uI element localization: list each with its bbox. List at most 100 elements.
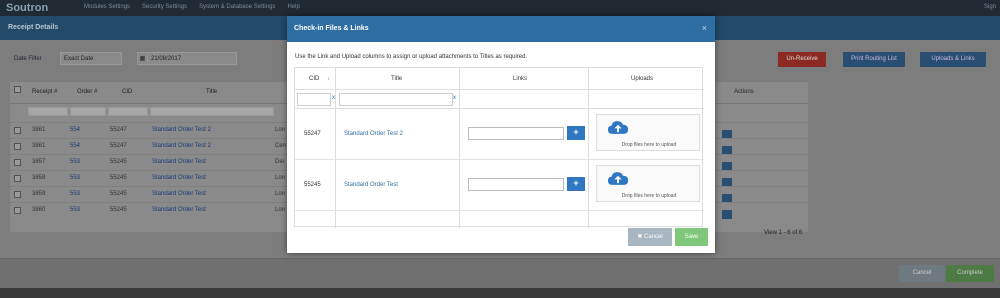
row-title[interactable]: Standard Order Test [152, 175, 206, 181]
row-checkbox[interactable] [14, 191, 21, 198]
row-cid: 55247 [110, 127, 127, 133]
link-input[interactable] [468, 178, 564, 191]
pager-text: View 1 - 6 of 6 [764, 230, 803, 236]
add-link-button[interactable]: + [567, 177, 585, 191]
date-filter-select[interactable]: Exact Date [60, 52, 122, 65]
calendar-icon: ▦ [138, 55, 148, 62]
row-cid: 55245 [110, 207, 127, 213]
modal-description: Use the Link and Upload columns to assig… [295, 54, 528, 60]
brand-logo: Soutron [6, 2, 49, 14]
col-uploads-header: Uploads [631, 76, 654, 82]
row-cid: 55245 [110, 191, 127, 197]
col-cid[interactable]: CID [122, 89, 132, 95]
row-cid: 55245 [110, 175, 127, 181]
filter-title[interactable] [150, 107, 274, 116]
row-extra: Lon [275, 127, 286, 133]
row-title-link[interactable]: Standard Order Test 2 [344, 131, 403, 137]
row-title[interactable]: Standard Order Test 2 [152, 127, 211, 133]
upload-dropzone[interactable]: Drop files here to upload [596, 114, 700, 151]
row-receipt: 3857 [32, 159, 46, 165]
row-receipt: 3861 [32, 143, 46, 149]
nav-modules-settings[interactable]: Modules Settings [84, 4, 130, 10]
dropzone-text: Drop files here to upload [621, 193, 677, 199]
row-extra: Lon [275, 207, 286, 213]
col-cid-header[interactable]: CID [309, 76, 319, 82]
row-title-link[interactable]: Standard Order Test [344, 182, 398, 188]
row-checkbox[interactable] [14, 207, 21, 214]
row-receipt: 3859 [32, 191, 46, 197]
link-input[interactable] [468, 127, 564, 140]
col-order[interactable]: Order # [77, 89, 97, 95]
upload-dropzone[interactable]: Drop files here to upload [596, 165, 700, 202]
row-checkbox[interactable] [14, 127, 21, 134]
col-title[interactable]: Title [206, 89, 217, 95]
filter-cid[interactable] [108, 107, 148, 116]
top-navbar: Soutron Modules Settings Security Settin… [0, 0, 1000, 16]
sort-arrow-icon[interactable]: ↓ [327, 76, 330, 82]
row-title[interactable]: Standard Order Test 2 [152, 143, 211, 149]
row-checkbox[interactable] [14, 143, 21, 150]
row-title[interactable]: Standard Order Test [152, 207, 206, 213]
uploads-links-button[interactable]: Uploads & Links [920, 52, 986, 67]
row-cid: 55247 [110, 143, 127, 149]
filter-order[interactable] [70, 107, 106, 116]
row-order[interactable]: 554 [70, 127, 80, 133]
clear-cid-filter-icon[interactable]: x [332, 95, 335, 101]
date-input[interactable]: ▦ 21/08/2017 [137, 52, 237, 65]
col-links-header: Links [513, 76, 528, 82]
row-extra: Dei [275, 159, 285, 165]
close-icon[interactable]: × [702, 23, 707, 33]
nav-security-settings[interactable]: Security Settings [142, 4, 187, 10]
page-title: Receipt Details [8, 24, 59, 31]
receipt-cancel-button[interactable]: Cancel [899, 265, 945, 282]
select-all-checkbox[interactable] [14, 86, 21, 93]
title-filter-input[interactable] [339, 93, 453, 106]
actions-header: Actions [734, 89, 754, 95]
row-extra: Lon [275, 191, 286, 197]
date-value: 21/08/2017 [151, 55, 182, 62]
print-routing-list-button[interactable]: Print Routing List [843, 52, 905, 67]
row-title[interactable]: Standard Order Test [152, 191, 206, 197]
grid-row: 55245 Standard Order Test + Drop files h… [295, 160, 704, 211]
cloud-upload-icon [607, 121, 629, 134]
row-title[interactable]: Standard Order Test [152, 159, 206, 165]
add-link-button[interactable]: + [567, 126, 585, 140]
row-extra: Cen [275, 143, 287, 149]
modal-save-button[interactable]: Save [675, 228, 708, 246]
grid-filter-row: x x [295, 90, 704, 109]
row-cid: 55247 [304, 131, 321, 137]
unreceive-button[interactable]: Un-Receive [778, 52, 826, 67]
filter-receipt[interactable] [28, 107, 68, 116]
complete-button[interactable]: Complete [946, 265, 994, 282]
row-checkbox[interactable] [14, 159, 21, 166]
row-order[interactable]: 553 [70, 175, 80, 181]
row-order[interactable]: 554 [70, 143, 80, 149]
nav-help[interactable]: Help [287, 4, 299, 10]
print-icon[interactable] [722, 210, 732, 219]
grid-row: 55247 Standard Order Test 2 + Drop files… [295, 109, 704, 160]
checkin-grid: CID ↓ Title Links Uploads x x 55247 Stan… [294, 67, 704, 228]
clear-title-filter-icon[interactable]: x [453, 95, 456, 101]
nav-system-settings[interactable]: System & Database Settings [199, 4, 275, 10]
row-order[interactable]: 553 [70, 207, 80, 213]
dropzone-text: Drop files here to upload [621, 142, 677, 148]
col-title-header[interactable]: Title [391, 76, 402, 82]
checkin-modal: Check-in Files & Links × Use the Link an… [287, 16, 715, 253]
modal-cancel-button[interactable]: ✖ Cancel [628, 228, 672, 246]
modal-title: Check-in Files & Links [294, 25, 369, 32]
signin-link[interactable]: Sign [984, 4, 996, 10]
nav-menu: Modules Settings Security Settings Syste… [84, 4, 300, 10]
grid-header: CID ↓ Title Links Uploads [295, 68, 704, 90]
modal-header: Check-in Files & Links × [287, 16, 715, 42]
row-cid: 55245 [304, 182, 321, 188]
date-filter-label: Date Filter [14, 56, 42, 62]
row-extra: Lon [275, 175, 286, 181]
row-checkbox[interactable] [14, 175, 21, 182]
row-cid: 55245 [110, 159, 127, 165]
cid-filter-input[interactable] [297, 93, 331, 106]
row-receipt: 3858 [32, 175, 46, 181]
col-receipt[interactable]: Receipt # [32, 89, 57, 95]
footer-strip [0, 288, 1000, 298]
row-order[interactable]: 553 [70, 159, 80, 165]
row-order[interactable]: 553 [70, 191, 80, 197]
